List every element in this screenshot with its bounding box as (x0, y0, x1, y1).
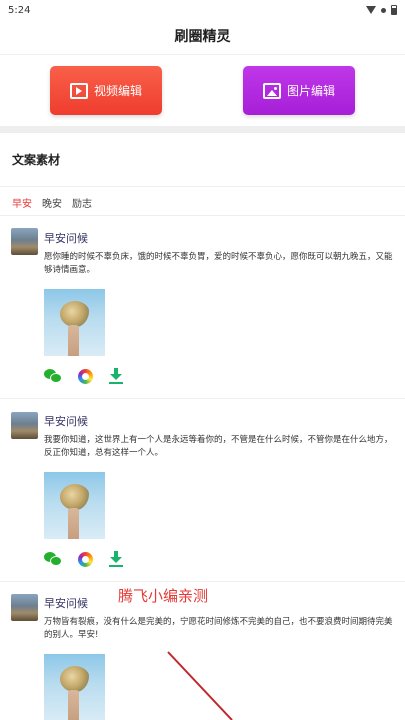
annotation-arrow (167, 651, 233, 720)
